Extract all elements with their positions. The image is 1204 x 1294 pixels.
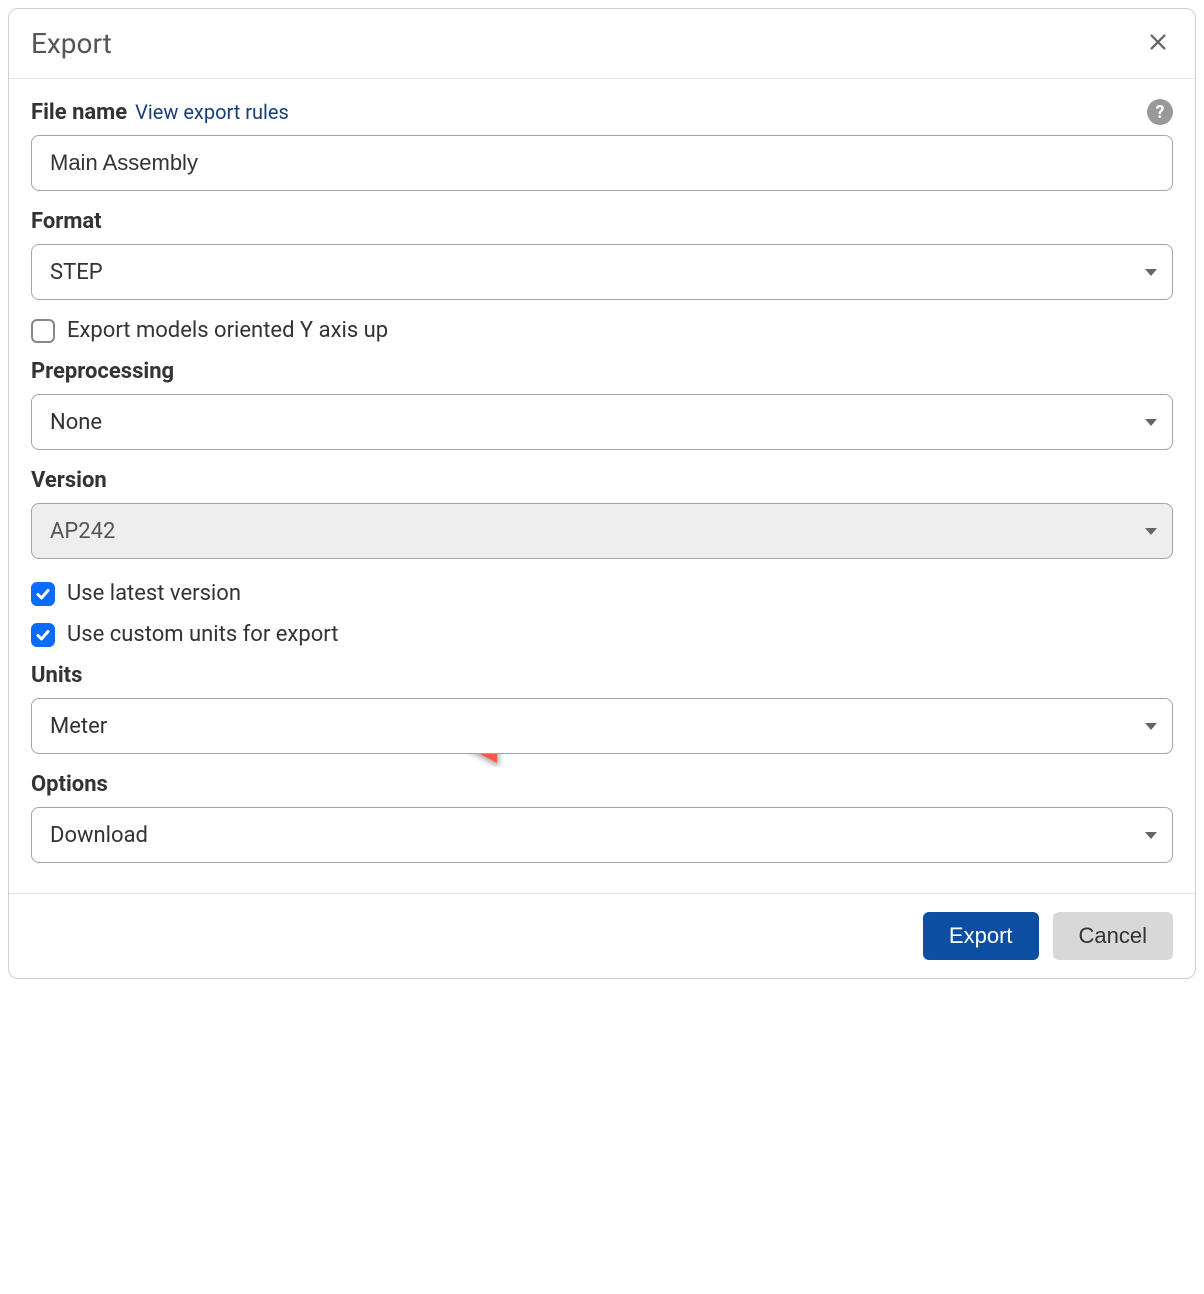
units-select-value: Meter xyxy=(50,714,107,739)
use-custom-units-checkbox[interactable] xyxy=(31,623,55,647)
format-group: Format STEP xyxy=(31,209,1173,300)
view-export-rules-link[interactable]: View export rules xyxy=(135,100,289,124)
dialog-footer: Export Cancel xyxy=(9,893,1195,978)
file-name-group: File name View export rules ? xyxy=(31,99,1173,191)
preprocessing-select[interactable]: None xyxy=(31,394,1173,450)
dialog-header: Export xyxy=(9,9,1195,79)
y-axis-up-checkbox[interactable] xyxy=(31,319,55,343)
preprocessing-label: Preprocessing xyxy=(31,359,174,384)
file-name-label: File name View export rules xyxy=(31,100,289,125)
file-name-input[interactable] xyxy=(31,135,1173,191)
y-axis-up-label[interactable]: Export models oriented Y axis up xyxy=(67,318,388,343)
version-group: Version AP242 xyxy=(31,468,1173,559)
options-label: Options xyxy=(31,772,108,797)
units-select[interactable]: Meter xyxy=(31,698,1173,754)
options-select[interactable]: Download xyxy=(31,807,1173,863)
use-latest-row: Use latest version xyxy=(31,581,1173,606)
dialog-body: File name View export rules ? Format STE… xyxy=(9,79,1195,893)
format-select-value: STEP xyxy=(50,260,103,285)
use-latest-checkbox[interactable] xyxy=(31,582,55,606)
options-group: Options Download xyxy=(31,772,1173,863)
version-select-value: AP242 xyxy=(50,519,115,544)
help-icon[interactable]: ? xyxy=(1147,99,1173,125)
preprocessing-select-value: None xyxy=(50,410,102,435)
preprocessing-select-wrap: None xyxy=(31,394,1173,450)
use-latest-label[interactable]: Use latest version xyxy=(67,581,241,606)
file-name-label-text: File name xyxy=(31,100,127,125)
use-custom-units-label[interactable]: Use custom units for export xyxy=(67,622,338,647)
file-name-label-row: File name View export rules ? xyxy=(31,99,1173,125)
version-label: Version xyxy=(31,468,107,493)
export-button[interactable]: Export xyxy=(923,912,1039,960)
options-select-value: Download xyxy=(50,823,148,848)
options-select-wrap: Download xyxy=(31,807,1173,863)
y-axis-up-row: Export models oriented Y axis up xyxy=(31,318,1173,343)
close-icon xyxy=(1147,31,1169,56)
units-select-wrap: Meter xyxy=(31,698,1173,754)
version-select[interactable]: AP242 xyxy=(31,503,1173,559)
version-select-wrap: AP242 xyxy=(31,503,1173,559)
format-select-wrap: STEP xyxy=(31,244,1173,300)
units-label: Units xyxy=(31,663,82,688)
dialog-title: Export xyxy=(31,27,112,60)
format-label: Format xyxy=(31,209,102,234)
use-custom-units-row: Use custom units for export xyxy=(31,622,1173,647)
format-select[interactable]: STEP xyxy=(31,244,1173,300)
export-dialog: Export File name View export rules ? xyxy=(8,8,1196,979)
units-group: Units Meter xyxy=(31,663,1173,754)
cancel-button[interactable]: Cancel xyxy=(1053,912,1173,960)
preprocessing-group: Preprocessing None xyxy=(31,359,1173,450)
close-button[interactable] xyxy=(1143,27,1173,60)
